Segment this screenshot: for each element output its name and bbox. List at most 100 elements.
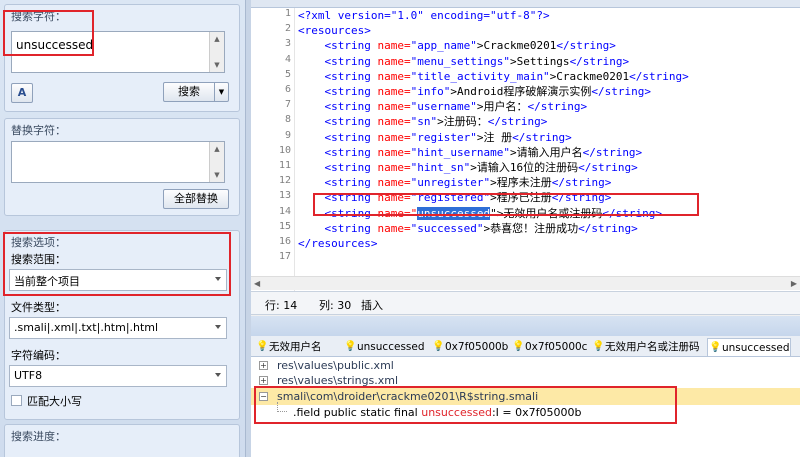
progress-group-title: 搜索进度：: [11, 430, 66, 443]
code-token: "username": [410, 100, 477, 114]
status-mode: 插入: [361, 299, 383, 312]
result-tab[interactable]: 💡 无效用户名或注册码: [591, 338, 700, 356]
code-line[interactable]: <string name="register">注 册</string>: [298, 130, 571, 145]
options-group-title: 搜索选项：: [11, 236, 66, 249]
code-line[interactable]: <?xml version="1.0" encoding="utf-8"?>: [298, 8, 550, 23]
code-token: >注 册: [476, 130, 513, 144]
code-line[interactable]: <string name="app_name">Crackme0201</str…: [298, 38, 615, 53]
code-line[interactable]: <string name="hint_sn">请输入16位的注册码</strin…: [298, 160, 638, 175]
code-token: <string: [298, 206, 378, 220]
match-case-label: 匹配大小写: [27, 395, 82, 408]
search-input-value: unsuccessed: [16, 38, 94, 52]
result-file-row[interactable]: + res\values\strings.xml: [251, 372, 800, 389]
code-token: >Crackme0201: [476, 39, 557, 53]
line-number-gutter: 1 2 3 4 5 6 7 8 9 10 11 12 13 14 15 16 17: [251, 8, 295, 291]
result-match-row[interactable]: .field public static final unsuccessed:I…: [251, 402, 800, 421]
code-token: <string: [298, 100, 378, 114]
code-line[interactable]: <string name="registered">程序已注册</string>: [298, 190, 611, 205]
code-line[interactable]: <string name="sn">注册码：</string>: [298, 114, 547, 129]
code-token: <resources>: [298, 24, 371, 38]
code-editor[interactable]: 1 2 3 4 5 6 7 8 9 10 11 12 13 14 15 16 17 <?xml version=…: [251, 8, 800, 291]
code-line[interactable]: <string name="info">Android程序破解演示实例</str…: [298, 84, 650, 99]
line-number: 15: [278, 220, 291, 232]
code-line[interactable]: <string name="unregister">程序未注册</string>: [298, 175, 611, 190]
lightbulb-icon: 💡: [344, 341, 357, 352]
search-group-title: 搜索字符：: [11, 10, 66, 23]
line-number: 10: [278, 144, 291, 156]
code-token: <string: [298, 54, 378, 68]
chevron-down-icon: [215, 373, 221, 377]
line-number: 2: [284, 23, 291, 35]
line-number: 12: [278, 175, 291, 187]
filetype-value: .smali|.xml|.txt|.htm|.html: [14, 321, 159, 334]
code-token: "sn": [410, 115, 438, 129]
replace-input-scrollbar[interactable]: ▲ ▼: [209, 142, 224, 182]
font-case-icon[interactable]: A: [11, 83, 33, 103]
lightbulb-icon: 💡: [256, 341, 269, 352]
line-number: 7: [284, 99, 291, 111]
code-token: </string>: [569, 54, 630, 68]
code-line[interactable]: <string name="title_activity_main">Crack…: [298, 69, 689, 84]
code-token: name=: [377, 145, 411, 159]
result-tab[interactable]: 💡 0x7f05000b: [431, 338, 508, 356]
filetype-label: 文件类型：: [11, 301, 66, 314]
search-input[interactable]: unsuccessed ▲ ▼: [11, 31, 225, 73]
code-line[interactable]: <string name="successed">恭喜您！注册成功</strin…: [298, 221, 637, 236]
code-line[interactable]: <string name="hint_username">请输入用户名</str…: [298, 145, 642, 160]
code-line[interactable]: <resources>: [298, 23, 371, 38]
search-button[interactable]: 搜索 ▼: [163, 82, 229, 102]
scope-select[interactable]: 当前整个项目: [9, 269, 227, 291]
code-line[interactable]: <string name="menu_settings">Settings</s…: [298, 54, 629, 69]
filetype-select[interactable]: .smali|.xml|.txt|.htm|.html: [9, 317, 227, 339]
code-token: <string: [298, 221, 378, 235]
code-token: ">无效用户名或注册码: [490, 206, 603, 220]
replace-all-button[interactable]: 全部替换: [163, 189, 229, 209]
match-case-checkbox[interactable]: [11, 395, 22, 406]
search-button-label: 搜索: [178, 85, 200, 98]
results-panel-header: [251, 316, 800, 336]
line-number: 14: [278, 205, 291, 217]
lightbulb-icon: 💡: [709, 342, 722, 353]
result-tab-label: unsuccessed: [357, 341, 425, 353]
match-prefix: .field public static final: [293, 406, 422, 419]
search-options-group: 搜索选项： 搜索范围： 当前整个项目 文件类型： .smali|.xml|.tx…: [4, 230, 240, 420]
result-tab[interactable]: 💡 unsuccessed: [343, 338, 425, 356]
code-token: "unregister": [410, 176, 491, 190]
replace-group-title: 替换字符：: [11, 124, 66, 137]
search-input-scrollbar[interactable]: ▲ ▼: [209, 32, 224, 72]
code-line[interactable]: <string name="username">用户名：</string>: [298, 99, 587, 114]
code-line[interactable]: </resources>: [298, 236, 377, 251]
line-number: 9: [284, 129, 291, 141]
replace-input[interactable]: ▲ ▼: [11, 141, 225, 183]
result-file-row-selected[interactable]: − smali\com\droider\crackme0201\R$string…: [251, 388, 800, 405]
result-tab[interactable]: 💡 无效用户名: [255, 338, 322, 356]
line-number: 6: [284, 84, 291, 95]
code-token: "info": [410, 85, 451, 98]
chevron-down-icon: [215, 277, 221, 281]
chevron-down-icon[interactable]: ▼: [214, 83, 228, 101]
code-token: </string>: [582, 145, 643, 159]
result-tab-active[interactable]: 💡 unsuccessed: [707, 338, 791, 356]
lightbulb-icon: 💡: [432, 341, 445, 352]
encoding-select[interactable]: UTF8: [9, 365, 227, 387]
scroll-right-icon[interactable]: ▶: [791, 279, 797, 288]
code-token: name=: [377, 85, 411, 98]
code-token: "registered": [410, 191, 491, 205]
result-tab[interactable]: 💡 0x7f05000c: [511, 338, 587, 356]
line-number: 4: [284, 53, 291, 65]
status-column: 列: 30: [319, 299, 352, 312]
scroll-left-icon[interactable]: ◀: [254, 279, 260, 288]
collapse-icon[interactable]: −: [259, 392, 268, 401]
code-line[interactable]: <string name="unsuccessed">无效用户名或注册码</st…: [298, 206, 662, 221]
horizontal-scrollbar[interactable]: ◀ ▶: [251, 276, 800, 290]
code-token: >注册码：: [437, 115, 488, 129]
line-number: 17: [278, 251, 291, 263]
encoding-value: UTF8: [14, 369, 43, 382]
code-token: </string>: [629, 69, 689, 83]
expand-icon[interactable]: +: [259, 376, 268, 385]
code-token: name=: [377, 130, 411, 144]
code-token: </resources>: [298, 237, 378, 250]
expand-icon[interactable]: +: [259, 361, 268, 370]
code-token: </string>: [578, 161, 638, 174]
code-token: name=: [377, 161, 411, 174]
